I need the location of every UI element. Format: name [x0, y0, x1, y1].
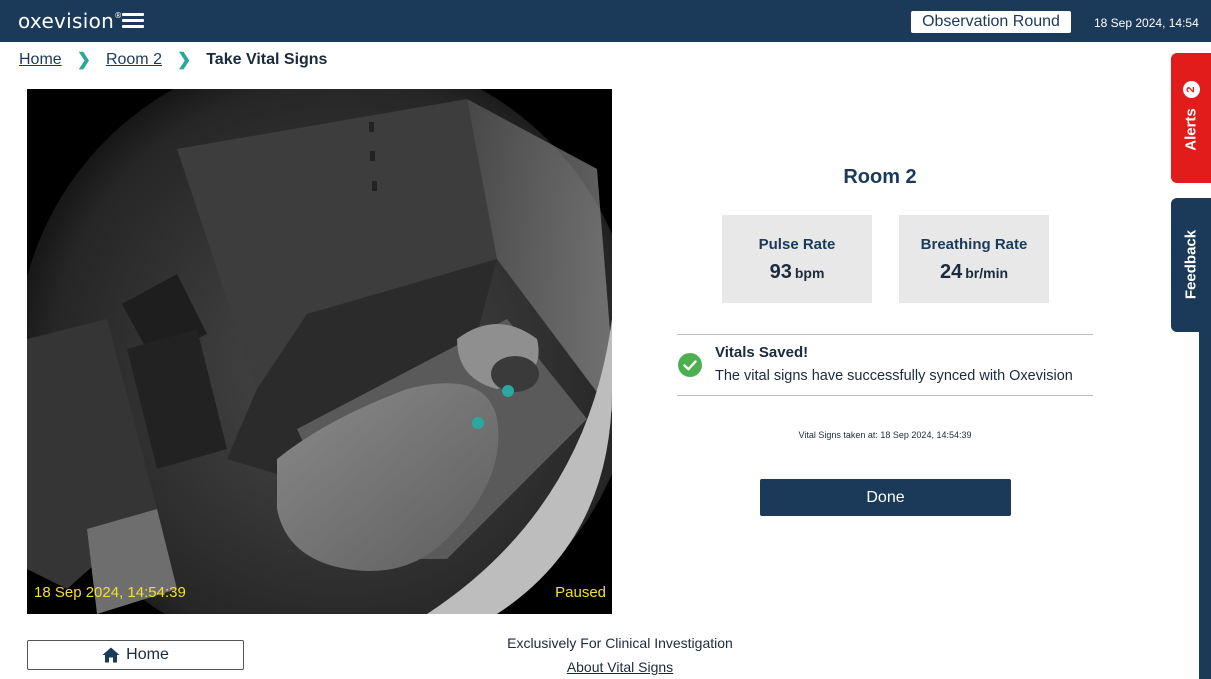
chest-tracking-dot [472, 417, 484, 429]
divider [677, 395, 1093, 396]
feedback-tab[interactable]: Feedback [1171, 198, 1211, 332]
alerts-tab[interactable]: 2 Alerts [1171, 53, 1211, 183]
home-button-label: Home [126, 646, 169, 663]
about-vital-signs-link[interactable]: About Vital Signs [440, 659, 800, 675]
camera-frame-image [27, 89, 612, 614]
feedback-tab-label: Feedback [1182, 229, 1200, 300]
chevron-right-icon: ❯ [76, 50, 91, 69]
alerts-tab-label: Alerts [1182, 108, 1200, 151]
pulse-rate-value: 93 [769, 261, 792, 283]
side-strip [1199, 330, 1211, 679]
breathing-rate-value: 24 [939, 261, 963, 283]
breadcrumb-room-link[interactable]: Room 2 [106, 51, 162, 69]
divider [677, 334, 1093, 335]
top-bar: oxevision® Observation Round 18 Sep 2024… [0, 0, 1211, 42]
done-button[interactable]: Done [760, 479, 1011, 516]
breadcrumb-home-link[interactable]: Home [19, 51, 62, 69]
breadcrumb: Home ❯ Room 2 ❯ Take Vital Signs [19, 50, 327, 70]
breathing-rate-unit: br/min [965, 265, 1009, 281]
clinical-investigation-notice: Exclusively For Clinical Investigation [507, 635, 733, 651]
vitals-saved-message: The vital signs have successfully synced… [715, 368, 1073, 384]
check-circle-icon [678, 353, 702, 377]
alerts-count-badge: 2 [1183, 81, 1200, 98]
header-datetime: 18 Sep 2024, 14:54 [1094, 16, 1199, 30]
camera-feed: 18 Sep 2024, 14:54:39 Paused [27, 89, 612, 614]
breadcrumb-current-page: Take Vital Signs [206, 51, 328, 68]
pulse-rate-card: Pulse Rate 93 bpm [722, 215, 872, 303]
breathing-rate-card: Breathing Rate 24 br/min [899, 215, 1049, 303]
observation-round-button[interactable]: Observation Round [911, 11, 1071, 33]
vitals-saved-title: Vitals Saved! [715, 344, 809, 361]
camera-timestamp: 18 Sep 2024, 14:54:39 [34, 584, 186, 601]
pulse-rate-label: Pulse Rate [758, 236, 836, 253]
oxevision-logo[interactable]: oxevision® [18, 9, 122, 33]
home-icon [102, 647, 120, 663]
vitals-taken-at: Vital Signs taken at: 18 Sep 2024, 14:54… [798, 430, 972, 440]
camera-status: Paused [555, 584, 606, 601]
logo-text: oxevision [18, 9, 115, 33]
home-button[interactable]: Home [27, 640, 244, 670]
hamburger-menu-icon[interactable] [122, 13, 144, 29]
pulse-rate-unit: bpm [794, 265, 825, 281]
room-title: Room 2 [843, 166, 917, 188]
chevron-right-icon: ❯ [176, 50, 192, 69]
breathing-rate-label: Breathing Rate [920, 236, 1028, 253]
face-tracking-dot [502, 385, 514, 397]
